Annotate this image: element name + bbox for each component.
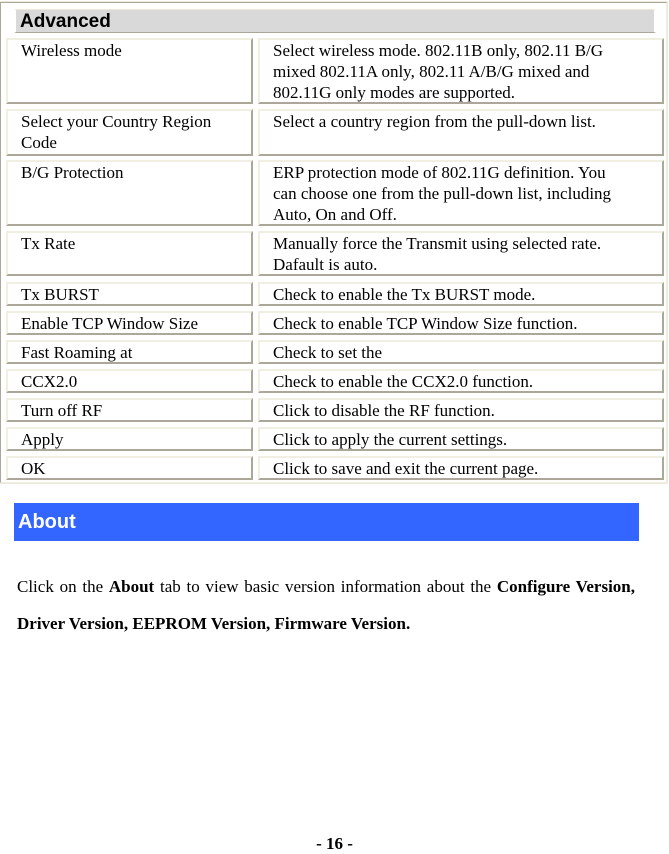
row-desc-turn-off-rf: Click to disable the RF function. xyxy=(258,398,664,422)
row-label-tx-burst: Tx BURST xyxy=(6,282,253,306)
row-desc-fast-roaming: Check to set the xyxy=(258,340,664,364)
about-tab-term: About xyxy=(108,577,155,596)
advanced-header: Advanced xyxy=(14,9,656,33)
row-label-wireless-mode: Wireless mode xyxy=(6,38,253,104)
row-desc-country-region: Select a country region from the pull-do… xyxy=(258,109,664,156)
row-desc-tx-rate: Manually force the Transmit using select… xyxy=(258,231,664,276)
row-label-ccx: CCX2.0 xyxy=(6,369,253,393)
row-label-bg-protection: B/G Protection xyxy=(6,160,253,226)
row-desc-ok: Click to save and exit the current page. xyxy=(258,456,664,480)
about-paragraph: Click on the About tab to view basic ver… xyxy=(17,577,635,633)
row-desc-tx-burst: Check to enable the Tx BURST mode. xyxy=(258,282,664,306)
advanced-title: Advanced xyxy=(20,11,111,32)
row-desc-bg-protection: ERP protection mode of 802.11G definitio… xyxy=(258,160,664,226)
advanced-table: Advanced Wireless mode Select wireless m… xyxy=(0,1,668,484)
row-label-apply: Apply xyxy=(6,427,253,451)
row-label-country-region: Select your Country Region Code xyxy=(6,109,253,156)
row-desc-apply: Click to apply the current settings. xyxy=(258,427,664,451)
row-desc-ccx: Check to enable the CCX2.0 function. xyxy=(258,369,664,393)
about-section-header: About xyxy=(14,503,639,541)
row-label-ok: OK xyxy=(6,456,253,480)
about-title: About xyxy=(18,511,76,533)
row-desc-tcp-window-size: Check to enable TCP Window Size function… xyxy=(258,311,664,335)
row-label-tcp-window-size: Enable TCP Window Size xyxy=(6,311,253,335)
row-desc-wireless-mode: Select wireless mode. 802.11B only, 802.… xyxy=(258,38,664,104)
page-number: - 16 - xyxy=(316,834,353,853)
row-label-fast-roaming: Fast Roaming at xyxy=(6,340,253,364)
row-label-tx-rate: Tx Rate xyxy=(6,231,253,276)
row-label-turn-off-rf: Turn off RF xyxy=(6,398,253,422)
